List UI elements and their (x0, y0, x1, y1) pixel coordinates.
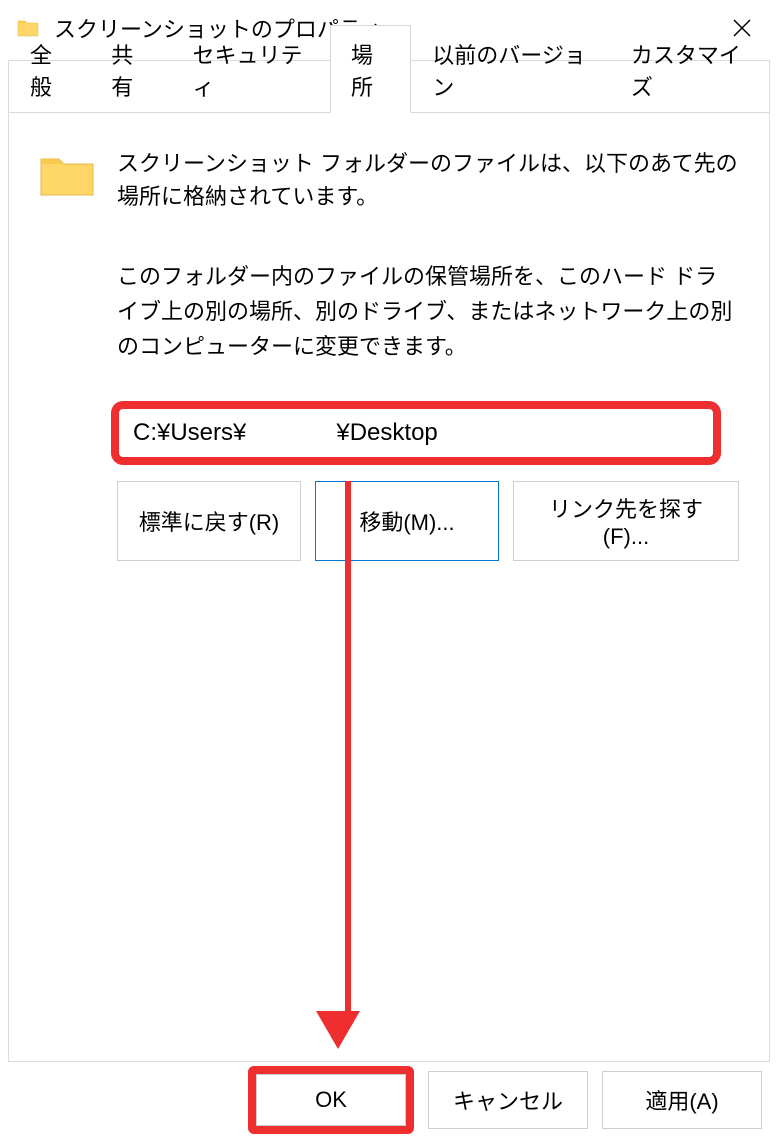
tab-general[interactable]: 全般 (9, 25, 90, 112)
tab-location[interactable]: 場所 (330, 25, 411, 113)
restore-default-button[interactable]: 標準に戻す(R) (117, 481, 301, 561)
move-button[interactable]: 移動(M)... (315, 481, 499, 561)
dialog-footer: OK キャンセル 適用(A) (248, 1066, 762, 1134)
tab-share[interactable]: 共有 (90, 25, 171, 112)
path-redacted (246, 419, 336, 447)
tab-strip: 全般 共有 セキュリティ 場所 以前のバージョン カスタマイズ (9, 61, 769, 113)
tab-content-location: スクリーンショット フォルダーのファイルは、以下のあて先の場所に格納されています… (9, 113, 769, 581)
location-path-input[interactable]: C:¥Users¥ ¥Desktop (123, 413, 709, 453)
help-text: このフォルダー内のファイルの保管場所を、このハード ドライブ上の別の場所、別のド… (117, 259, 739, 365)
tab-security[interactable]: セキュリティ (172, 25, 331, 112)
tab-previous-versions[interactable]: 以前のバージョン (411, 25, 610, 112)
find-target-button[interactable]: リンク先を探す(F)... (513, 481, 739, 561)
tab-customize[interactable]: カスタマイズ (610, 25, 769, 112)
location-button-row: 標準に戻す(R) 移動(M)... リンク先を探す(F)... (117, 481, 739, 561)
apply-button[interactable]: 適用(A) (602, 1071, 762, 1129)
ok-highlight-annotation: OK (248, 1066, 414, 1134)
cancel-button[interactable]: キャンセル (428, 1071, 588, 1129)
path-suffix: ¥Desktop (336, 419, 437, 446)
intro-text: スクリーンショット フォルダーのファイルは、以下のあて先の場所に格納されています… (117, 147, 739, 213)
dialog-body: 全般 共有 セキュリティ 場所 以前のバージョン カスタマイズ スクリーンショッ… (8, 60, 770, 1062)
ok-button[interactable]: OK (256, 1074, 406, 1126)
path-highlight-annotation: C:¥Users¥ ¥Desktop (111, 401, 721, 465)
folder-icon-large (39, 151, 95, 199)
path-prefix: C:¥Users¥ (133, 419, 246, 446)
